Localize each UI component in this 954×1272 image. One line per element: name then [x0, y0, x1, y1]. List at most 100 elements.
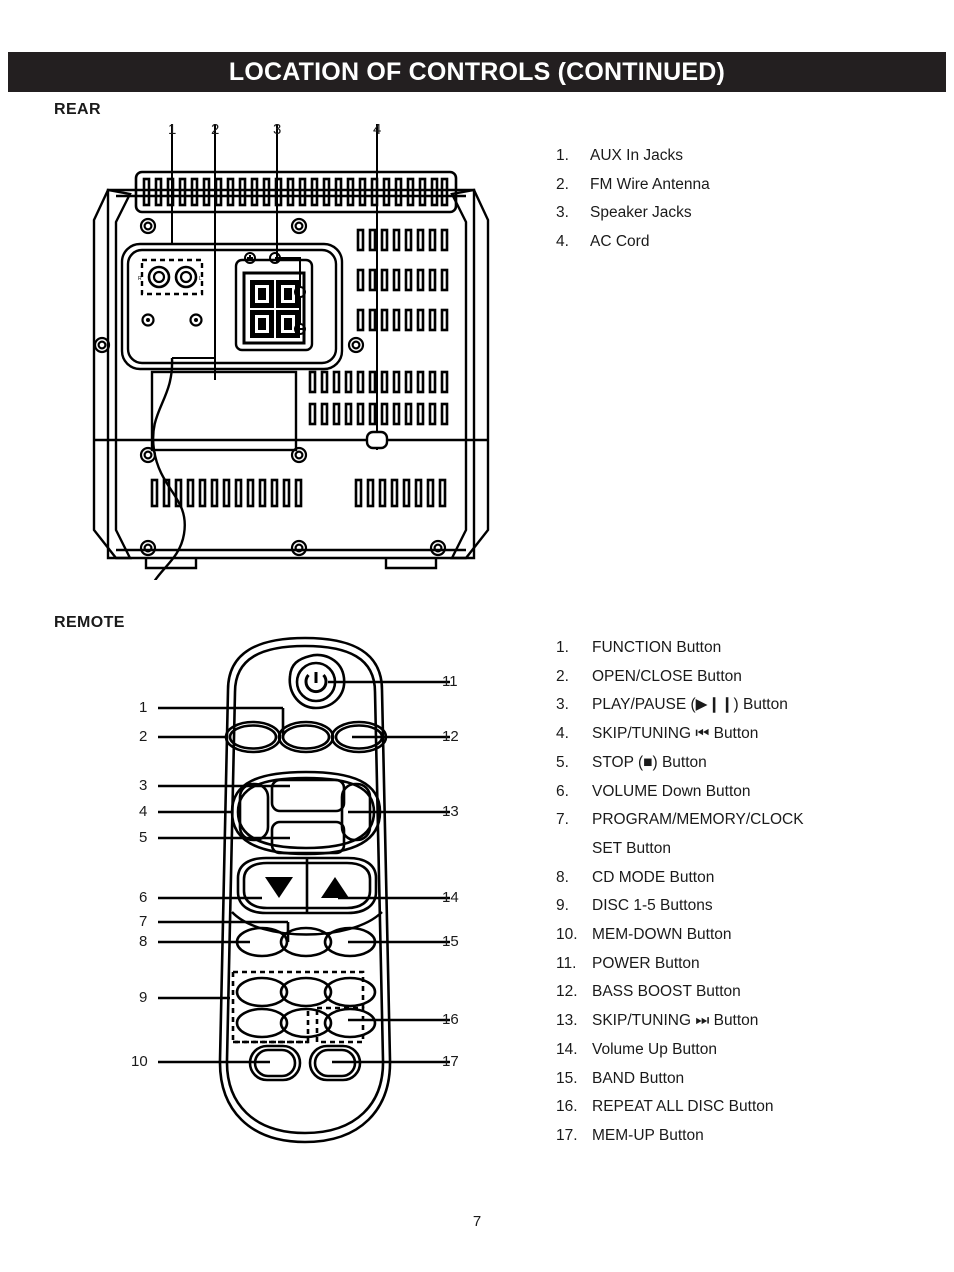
- legend-number: 8.: [556, 868, 569, 886]
- legend-number: 14.: [556, 1040, 578, 1058]
- remote-callout-3: 3: [139, 777, 148, 794]
- volume-up-button[interactable]: [321, 877, 349, 898]
- legend-item: 12. BASS BOOST Button: [556, 978, 936, 1007]
- legend-text: Speaker Jacks: [590, 204, 692, 221]
- remote-callout-13: 13: [442, 803, 459, 820]
- rear-panel-diagram: R L: [86, 110, 516, 601]
- legend-text: STOP (■) Button: [592, 753, 707, 771]
- panel-small-screws: [141, 313, 203, 327]
- legend-text: MEM-UP Button: [592, 1126, 704, 1144]
- legend-text: OPEN/CLOSE Button: [592, 667, 742, 685]
- page-title: LOCATION OF CONTROLS (CONTINUED): [228, 57, 726, 86]
- power-icon: [304, 672, 328, 694]
- svg-text:R: R: [138, 276, 142, 282]
- legend-item: 15. BAND Button: [556, 1065, 936, 1094]
- legend-text: AUX In Jacks: [590, 147, 684, 164]
- legend-number: 9.: [556, 897, 569, 915]
- legend-item: 6. VOLUME Down Button: [556, 778, 936, 807]
- legend-text: BAND Button: [592, 1069, 685, 1087]
- remote-callout-7: 7: [139, 913, 148, 930]
- remote-callout-4: 4: [139, 803, 148, 820]
- legend-number: 11.: [556, 954, 577, 972]
- remote-callout-17: 17: [442, 1053, 459, 1070]
- rear-legend-list: 1. AUX In Jacks 2. FM Wire Antenna 3. Sp…: [556, 142, 926, 256]
- legend-item: 7. PROGRAM/MEMORY/CLOCK SET Button: [556, 806, 936, 863]
- disc-5-button[interactable]: [279, 1007, 333, 1039]
- disc-3-button[interactable]: [323, 976, 377, 1008]
- remote-legend-list: 1. FUNCTION Button 2. OPEN/CLOSE Button …: [556, 634, 936, 1151]
- play-pause-button[interactable]: [270, 778, 346, 813]
- legend-number: 2.: [556, 175, 569, 193]
- legend-number: 16.: [556, 1098, 578, 1116]
- remote-callout-15: 15: [442, 933, 459, 950]
- remote-callout-12: 12: [442, 728, 459, 745]
- remote-callout-1: 1: [139, 699, 148, 716]
- legend-item: 4. AC Cord: [556, 228, 926, 257]
- remote-callout-9: 9: [139, 989, 148, 1006]
- legend-text: DISC 1-5 Buttons: [592, 897, 713, 915]
- legend-number: 17.: [556, 1126, 578, 1144]
- legend-item: 17. MEM-UP Button: [556, 1122, 936, 1151]
- legend-text: FUNCTION Button: [592, 639, 722, 656]
- legend-number: 2.: [556, 667, 569, 685]
- remote-callout-5: 5: [139, 829, 148, 846]
- legend-item: 1. FUNCTION Button: [556, 634, 936, 663]
- legend-item: 3. Speaker Jacks: [556, 199, 926, 228]
- legend-text-line1: PROGRAM/MEMORY/CLOCK: [592, 811, 804, 829]
- legend-number: 1.: [556, 639, 569, 656]
- legend-item: 2. FM Wire Antenna: [556, 171, 926, 200]
- bottom-vent-grille: [150, 478, 447, 508]
- legend-text: AC Cord: [590, 232, 650, 250]
- remote-callout-16: 16: [442, 1011, 459, 1028]
- manual-page: LOCATION OF CONTROLS (CONTINUED) REAR R …: [0, 0, 954, 1272]
- legend-number: 15.: [556, 1069, 578, 1087]
- legend-number: 4.: [556, 725, 569, 743]
- legend-text: SKIP/TUNING ⏭ Button: [592, 1012, 759, 1030]
- legend-number: 7.: [556, 811, 569, 829]
- legend-text: BASS BOOST Button: [592, 983, 741, 1001]
- legend-item: 2. OPEN/CLOSE Button: [556, 663, 936, 692]
- top-vent-grille: [134, 170, 458, 214]
- repeat-all-disc-button[interactable]: [323, 1007, 377, 1039]
- remote-callout-10: 10: [131, 1053, 148, 1070]
- legend-item: 13. SKIP/TUNING ⏭ Button: [556, 1007, 936, 1036]
- rear-callout-3: 3: [273, 121, 282, 138]
- disc-2-button[interactable]: [279, 976, 333, 1008]
- legend-item: 3. PLAY/PAUSE (▶❙❙) Button: [556, 691, 936, 720]
- remote-body-outline: [218, 636, 392, 1144]
- rear-callout-1: 1: [168, 121, 177, 138]
- legend-text: PLAY/PAUSE (▶❙❙) Button: [592, 696, 788, 714]
- legend-number: 13.: [556, 1012, 578, 1030]
- aux-in-jacks: R L: [138, 258, 204, 296]
- legend-text: CD MODE Button: [592, 868, 715, 886]
- remote-callout-14: 14: [442, 889, 459, 906]
- legend-number: 5.: [556, 753, 569, 771]
- power-button[interactable]: [288, 653, 346, 710]
- function-button[interactable]: [277, 720, 335, 754]
- page-title-banner: LOCATION OF CONTROLS (CONTINUED): [8, 52, 946, 92]
- ac-cord-grommet: [365, 430, 389, 450]
- disc-1-button[interactable]: [235, 976, 289, 1008]
- legend-item: 5. STOP (■) Button: [556, 749, 936, 778]
- page-number: 7: [472, 1213, 482, 1230]
- fm-wire-antenna: [146, 357, 186, 601]
- legend-text: FM Wire Antenna: [590, 175, 710, 193]
- legend-number: 3.: [556, 204, 569, 221]
- legend-text-line2: SET Button: [592, 839, 671, 857]
- rear-callout-4: 4: [373, 121, 382, 138]
- rear-callout-2: 2: [211, 121, 220, 138]
- volume-down-button[interactable]: [265, 877, 293, 898]
- legend-item: 8. CD MODE Button: [556, 864, 936, 893]
- legend-text: POWER Button: [592, 954, 700, 972]
- legend-text: VOLUME Down Button: [592, 782, 751, 800]
- legend-item: 11. POWER Button: [556, 950, 936, 979]
- remote-callout-11: 11: [442, 673, 458, 690]
- disc-4-button[interactable]: [235, 1007, 289, 1039]
- legend-text: PROGRAM/MEMORY/CLOCK SET Button: [592, 806, 936, 863]
- right-vent-grille: [308, 228, 449, 426]
- legend-number: 12.: [556, 983, 578, 1001]
- legend-text: Volume Up Button: [592, 1040, 717, 1058]
- rating-label-plate: [150, 370, 298, 452]
- legend-item: 1. AUX In Jacks: [556, 142, 926, 171]
- triangle-up-icon: [321, 877, 349, 898]
